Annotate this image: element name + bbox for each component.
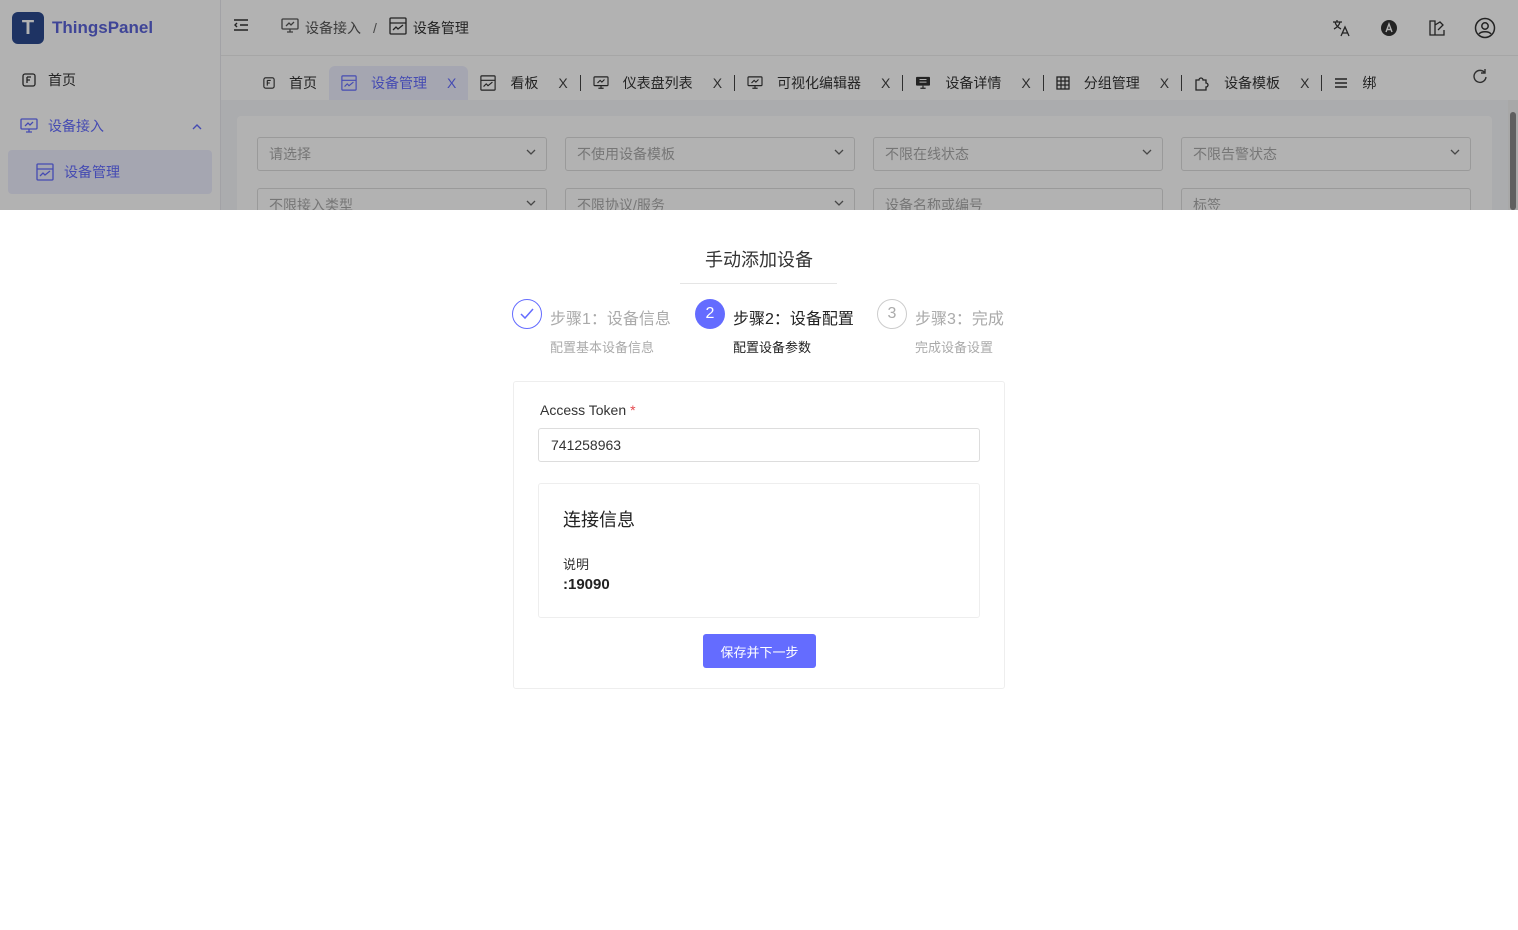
step-title: 步骤2：设备配置 bbox=[733, 311, 854, 328]
device-config-form: Access Token* 连接信息 说明 :19090 保存并下一步 bbox=[513, 381, 1005, 689]
connection-info-title: 连接信息 bbox=[563, 510, 635, 530]
check-icon bbox=[512, 299, 542, 329]
connection-info-key: 说明 bbox=[563, 557, 590, 572]
step-description: 完成设备设置 bbox=[915, 340, 994, 355]
save-and-next-button[interactable]: 保存并下一步 bbox=[703, 634, 816, 668]
step-description: 配置基本设备信息 bbox=[550, 340, 655, 355]
step-number: 3 bbox=[877, 299, 907, 329]
connection-info-card: 连接信息 说明 :19090 bbox=[538, 483, 980, 618]
step-description: 配置设备参数 bbox=[733, 340, 812, 355]
title-divider bbox=[680, 283, 837, 284]
step-title: 步骤1：设备信息 bbox=[550, 311, 671, 328]
access-token-input[interactable] bbox=[538, 428, 980, 462]
step-number: 2 bbox=[695, 299, 725, 329]
connection-info-value: :19090 bbox=[563, 576, 610, 593]
drawer-title: 手动添加设备 bbox=[705, 250, 813, 270]
required-mark: * bbox=[630, 402, 636, 418]
modal-mask[interactable] bbox=[0, 0, 1518, 210]
steps: 步骤1：设备信息 配置基本设备信息 2 步骤2：设备配置 配置设备参数 3 步骤… bbox=[512, 299, 1012, 359]
access-token-label: Access Token * bbox=[540, 402, 636, 418]
add-device-drawer: 手动添加设备 步骤1：设备信息 配置基本设备信息 2 步骤2：设备配置 配置设备… bbox=[0, 210, 1518, 930]
step-title: 步骤3：完成 bbox=[915, 311, 1004, 328]
